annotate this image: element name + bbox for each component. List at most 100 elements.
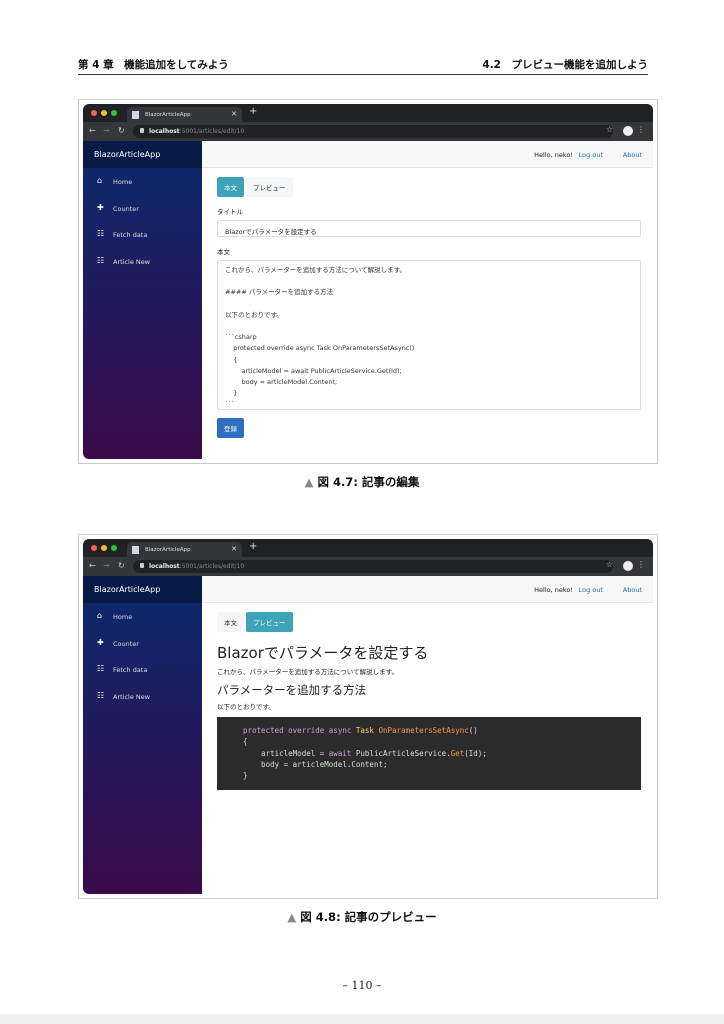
browser-window: BlazorArticleApp ✕ + ← → ↻ localhost:5001…: [83, 539, 653, 894]
sidebar-item-fetch-data[interactable]: ☷ Fetch data: [83, 221, 202, 248]
url-path: :5001/articles/edit/10: [179, 128, 245, 135]
profile-avatar-icon[interactable]: [623, 561, 633, 571]
running-header-chapter: 第 4 章 機能追加をしてみよう: [78, 59, 229, 71]
tab-title: BlazorArticleApp: [145, 547, 191, 553]
maximize-window-icon[interactable]: [111, 110, 117, 116]
sidebar-label: Home: [113, 178, 133, 186]
url-input[interactable]: localhost:5001/articles/edit/10: [133, 125, 613, 138]
code-token: Task: [355, 726, 379, 735]
about-link[interactable]: About: [623, 151, 642, 159]
preview-heading: Blazorでパラメータを設定する: [217, 644, 429, 662]
list-icon: ☷: [97, 664, 105, 673]
submit-button[interactable]: 登録: [217, 418, 244, 438]
code-token: protected override async: [243, 726, 356, 735]
sidebar-label: Fetch data: [113, 231, 148, 239]
close-window-icon[interactable]: [91, 110, 97, 116]
greeting: Hello, neko!: [534, 586, 573, 594]
code-token: OnParametersSetAsync: [378, 726, 469, 735]
caption-text: 図 4.7: 記事の編集: [317, 475, 420, 489]
maximize-window-icon[interactable]: [111, 545, 117, 551]
title-input[interactable]: Blazorでパラメータを設定する: [217, 220, 641, 237]
menu-kebab-icon[interactable]: ⋮: [637, 560, 645, 569]
running-header-section: 4.2 プレビュー機能を追加しよう: [482, 59, 648, 71]
browser-tab[interactable]: BlazorArticleApp ✕: [127, 542, 242, 557]
code-line: {: [243, 737, 248, 747]
close-window-icon[interactable]: [91, 545, 97, 551]
back-icon[interactable]: ←: [89, 126, 96, 135]
top-bar: Hello, neko! Log out About: [202, 141, 653, 168]
sidebar: BlazorArticleApp ⌂ Home ✚ Counter ☷ Fetch d…: [83, 576, 202, 894]
code-token: (Id);: [464, 748, 487, 758]
about-link[interactable]: About: [623, 586, 642, 594]
caption-marker: ▲: [304, 475, 314, 489]
bookmark-star-icon[interactable]: ☆: [606, 560, 613, 569]
logout-link[interactable]: Log out: [579, 586, 603, 594]
home-icon: ⌂: [97, 611, 103, 620]
plus-icon: ✚: [97, 637, 104, 647]
address-bar-row: ← → ↻ localhost:5001/articles/edit/10 ☆ …: [83, 122, 653, 141]
back-icon[interactable]: ←: [89, 561, 96, 570]
code-token: PublicArticleService.: [355, 748, 451, 758]
body-label: 本文: [217, 248, 230, 256]
tab-preview[interactable]: プレビュー: [246, 177, 293, 197]
logout-link[interactable]: Log out: [579, 151, 603, 159]
code-block: protected override async Task OnParamete…: [217, 717, 641, 790]
lock-icon: [140, 563, 144, 568]
minimize-window-icon[interactable]: [101, 545, 107, 551]
sidebar-label: Counter: [113, 639, 139, 648]
caption-marker: ▲: [287, 910, 297, 924]
sidebar-item-home[interactable]: ⌂ Home: [83, 168, 202, 195]
sidebar-item-counter[interactable]: ✚ Counter: [83, 195, 202, 222]
close-tab-icon[interactable]: ✕: [231, 545, 237, 553]
body-textarea[interactable]: これから、パラメーターを追加する方法について解説します。 #### パラメーター…: [217, 260, 641, 410]
tab-preview[interactable]: プレビュー: [246, 612, 293, 632]
sidebar-item-article-new[interactable]: ☷ Article New: [83, 248, 202, 275]
tab-body[interactable]: 本文: [217, 177, 244, 197]
browser-tabbar: BlazorArticleApp ✕ +: [83, 104, 653, 122]
sidebar-item-fetch-data[interactable]: ☷ Fetch data: [83, 656, 202, 683]
code-token: articleModel =: [243, 748, 329, 758]
reload-icon[interactable]: ↻: [118, 561, 125, 570]
lock-icon: [140, 128, 144, 133]
reload-icon[interactable]: ↻: [118, 126, 125, 135]
sidebar-item-article-new[interactable]: ☷ Article New: [83, 683, 202, 710]
browser-window: BlazorArticleApp ✕ + ← → ↻ localhost:5001…: [83, 104, 653, 459]
code-token: await: [328, 748, 356, 758]
minimize-window-icon[interactable]: [101, 110, 107, 116]
list-icon: ☷: [97, 690, 105, 700]
browser-tab[interactable]: BlazorArticleApp ✕: [127, 107, 242, 122]
code-line: }: [243, 771, 248, 781]
forward-icon[interactable]: →: [103, 561, 110, 570]
sidebar-item-home[interactable]: ⌂ Home: [83, 603, 202, 630]
profile-avatar-icon[interactable]: [623, 126, 633, 136]
title-label: タイトル: [217, 208, 243, 216]
figure-caption: ▲ 図 4.7: 記事の編集: [0, 474, 724, 490]
code-line: body = articleModel.Content;: [243, 759, 388, 769]
new-tab-icon[interactable]: +: [249, 106, 257, 117]
top-bar: Hello, neko! Log out About: [202, 576, 653, 603]
new-tab-icon[interactable]: +: [249, 541, 257, 552]
url-path: :5001/articles/edit/10: [179, 563, 245, 570]
list-icon: ☷: [97, 229, 105, 238]
app-brand[interactable]: BlazorArticleApp: [83, 576, 202, 603]
header-rule: [78, 74, 648, 75]
sidebar-item-counter[interactable]: ✚ Counter: [83, 630, 202, 657]
url-input[interactable]: localhost:5001/articles/edit/10: [133, 560, 613, 573]
page-icon: [132, 546, 139, 554]
menu-kebab-icon[interactable]: ⋮: [637, 125, 645, 134]
bookmark-star-icon[interactable]: ☆: [606, 125, 613, 134]
sidebar-label: Article New: [113, 692, 151, 701]
sidebar-label: Counter: [113, 204, 139, 213]
plus-icon: ✚: [97, 202, 104, 212]
sidebar-label: Fetch data: [113, 666, 148, 674]
figure-edit-screenshot: BlazorArticleApp ✕ + ← → ↻ localhost:5001…: [78, 99, 658, 464]
caption-text: 図 4.8: 記事のプレビュー: [300, 910, 437, 924]
close-tab-icon[interactable]: ✕: [231, 110, 237, 118]
forward-icon[interactable]: →: [103, 126, 110, 135]
tab-title: BlazorArticleApp: [145, 112, 191, 118]
figure-caption: ▲ 図 4.8: 記事のプレビュー: [0, 909, 724, 925]
tab-body[interactable]: 本文: [217, 612, 244, 632]
browser-tabbar: BlazorArticleApp ✕ +: [83, 539, 653, 557]
app-brand[interactable]: BlazorArticleApp: [83, 141, 202, 168]
sidebar: BlazorArticleApp ⌂ Home ✚ Counter ☷ Fetch d…: [83, 141, 202, 459]
